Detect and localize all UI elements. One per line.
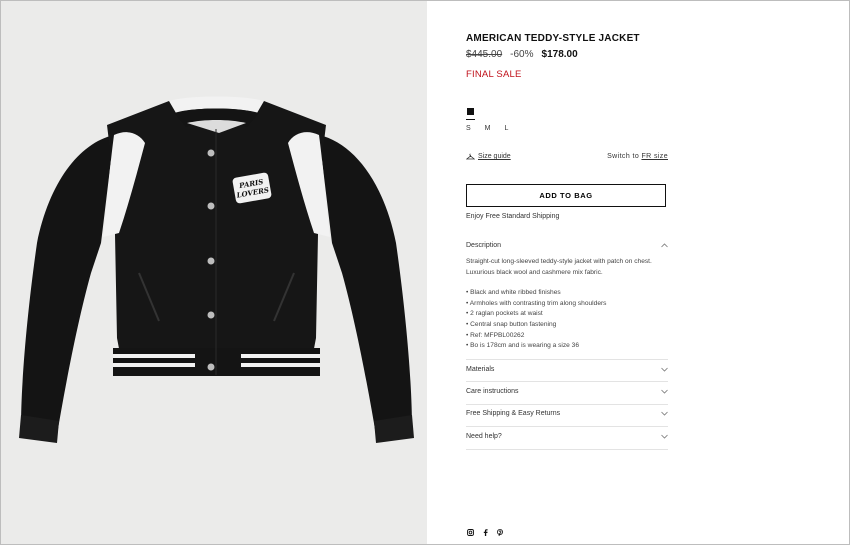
accordion-help[interactable]: Need help? [466,433,668,440]
chevron-down-icon [661,411,668,416]
size-option-l[interactable]: L [505,125,509,132]
accordion-shipping-label: Free Shipping & Easy Returns [466,410,561,417]
description-bullets: • Black and white ribbed finishes • Armh… [466,288,666,352]
chevron-down-icon [661,434,668,439]
hanger-icon [466,153,475,160]
size-system-switch: Switch to FR size [607,153,668,160]
divider [466,449,668,450]
size-guide-label[interactable]: Size guide [478,153,511,160]
fr-size-link[interactable]: FR size [641,153,668,160]
description-text: Straight-cut long-sleeved teddy-style ja… [466,258,652,276]
swatch-selected-underline [466,119,475,120]
sale-price: $178.00 [541,49,578,60]
accordion-care-label: Care instructions [466,388,519,395]
description-bullet: • Black and white ribbed finishes [466,289,561,297]
chevron-up-icon [661,243,668,248]
size-option-m[interactable]: M [485,125,491,132]
price-row: $445.00 -60% $178.00 [466,49,578,60]
social-links [467,529,503,538]
chevron-down-icon [661,389,668,394]
divider [466,426,668,427]
switch-prefix: Switch to [607,153,640,160]
description-bullet: • 2 raglan pockets at waist [466,310,543,318]
accordion-description-label: Description [466,242,502,249]
description-bullet: • Central snap button fastening [466,320,557,328]
final-sale-label: FINAL SALE [466,69,522,80]
accordion-materials[interactable]: Materials [466,366,668,373]
accordion-description[interactable]: Description [466,242,668,249]
facebook-icon[interactable] [483,529,488,538]
product-image-panel: PARIS LOVERS [1,1,427,544]
original-price: $445.00 [466,49,503,60]
accordion-shipping[interactable]: Free Shipping & Easy Returns [466,410,668,417]
description-bullet: • Bo is 178cm and is wearing a size 36 [466,342,579,350]
divider [466,381,668,382]
description-bullet: • Armholes with contrasting trim along s… [466,299,607,307]
divider [466,359,668,360]
size-guide-link[interactable]: Size guide [466,153,511,160]
add-to-bag-button[interactable]: ADD TO BAG [466,184,666,207]
description-bullet: • Ref: MFPBL00262 [466,331,525,339]
product-details: AMERICAN TEDDY-STYLE JACKET $445.00 -60%… [427,1,849,544]
discount-percent: -60% [510,49,534,60]
size-option-s[interactable]: S [466,125,471,132]
page-frame: PARIS LOVERS AMERICAN TEDDY-STYLE JACKET… [0,0,850,545]
size-selector: S M L [466,125,508,132]
shipping-note: Enjoy Free Standard Shipping [466,213,560,220]
pinterest-icon[interactable] [497,529,503,538]
color-swatch-black[interactable] [467,108,474,115]
description-body: Straight-cut long-sleeved teddy-style ja… [466,257,666,352]
accordion-help-label: Need help? [466,433,502,440]
divider [466,404,668,405]
accordion-care[interactable]: Care instructions [466,388,668,395]
product-image-jacket[interactable]: PARIS LOVERS [19,93,414,458]
product-title: AMERICAN TEDDY-STYLE JACKET [466,33,640,44]
accordion-materials-label: Materials [466,366,495,373]
instagram-icon[interactable] [467,529,474,538]
chevron-down-icon [661,367,668,372]
